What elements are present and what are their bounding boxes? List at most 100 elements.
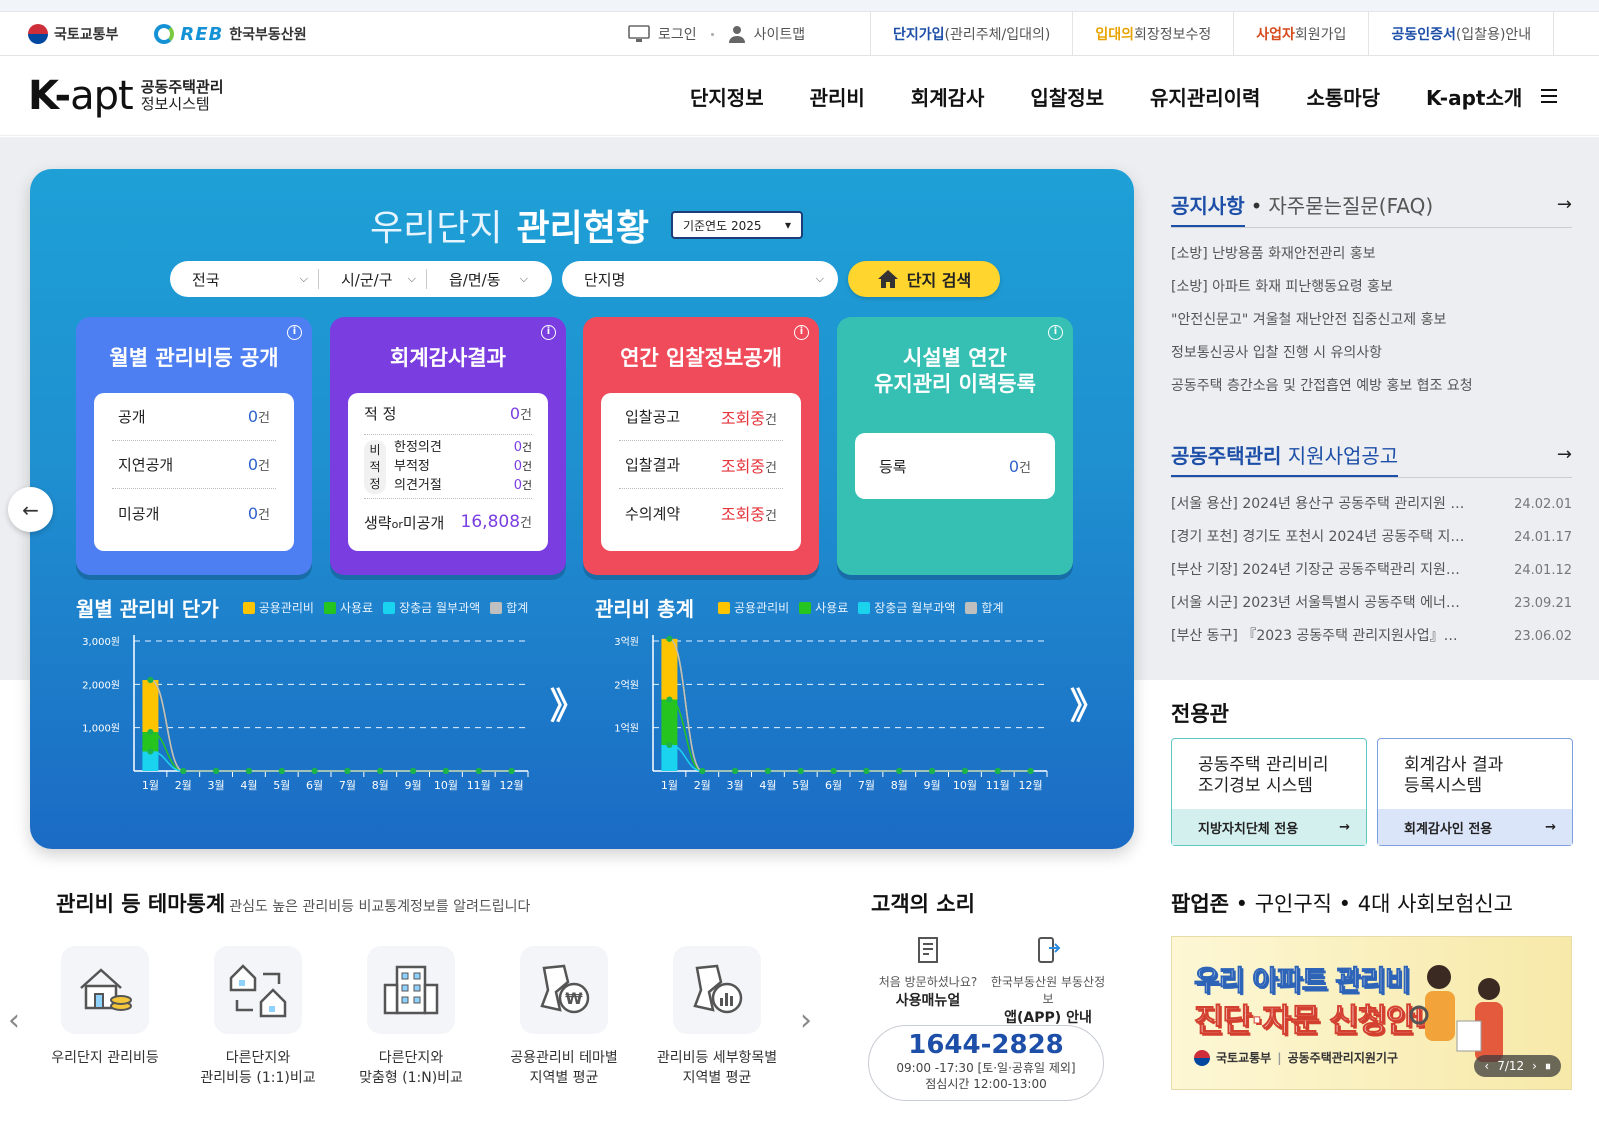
chart1-more-icon[interactable]: 》 xyxy=(550,677,586,729)
nav-item-2[interactable]: 회계감사 xyxy=(911,82,985,111)
site-header: K-apt 공동주택관리 정보시스템 단지정보 관리비 회계감사 입찰정보 유지관리이력… xyxy=(0,56,1599,136)
data-point[interactable] xyxy=(508,768,515,774)
notice-item[interactable]: "안전신문고" 겨울철 재난안전 집중신고제 홍보 xyxy=(1171,304,1572,337)
data-point[interactable] xyxy=(666,742,673,748)
info-icon[interactable]: i xyxy=(287,325,302,340)
theme-item-region-avg[interactable]: 관리비등 세부항목별 지역별 평균 xyxy=(642,946,792,1088)
year-select[interactable]: 기준연도 2025 ▾ xyxy=(670,211,803,239)
data-point[interactable] xyxy=(344,768,351,774)
sitemap-link[interactable]: 사이트맵 xyxy=(728,24,805,44)
nav-item-3[interactable]: 입찰정보 xyxy=(1030,82,1104,111)
chevron-right-icon[interactable]: › xyxy=(1532,1059,1537,1073)
chart2-more-icon[interactable]: 》 xyxy=(1070,677,1106,729)
tile-maintenance-history[interactable]: i 시설별 연간 유지관리 이력등록 등록 0건 xyxy=(837,317,1073,575)
complex-search-button[interactable]: 단지 검색 xyxy=(848,261,1000,297)
support-item[interactable]: [부산 동구] 『2023 공동주택 관리지원사업』… 23.06.02 xyxy=(1171,620,1572,653)
pause-icon[interactable]: ⏸ xyxy=(1545,1059,1551,1074)
data-point[interactable] xyxy=(896,768,903,774)
nav-item-5[interactable]: 소통마당 xyxy=(1306,82,1380,111)
util-link-1[interactable]: 입대의 회장정보수정 xyxy=(1072,12,1233,56)
nav-item-1[interactable]: 관리비 xyxy=(810,82,865,111)
data-point[interactable] xyxy=(180,768,187,774)
complex-name-select[interactable]: 단지명 ⌵ xyxy=(562,261,838,297)
theme-prev-icon[interactable]: ‹ xyxy=(8,1003,20,1038)
support-item[interactable]: [서울 용산] 2024년 용산구 공동주택 관리지원 … 24.02.01 xyxy=(1171,488,1572,521)
notice-item[interactable]: [소방] 아파트 화재 피난행동요령 홍보 xyxy=(1171,271,1572,304)
data-point[interactable] xyxy=(213,768,220,774)
molit-logo[interactable]: 국토교통부 xyxy=(28,24,118,44)
data-point[interactable] xyxy=(377,768,384,774)
kapt-logo[interactable]: K-apt 공동주택관리 정보시스템 xyxy=(28,76,224,116)
bar-segment[interactable] xyxy=(661,745,678,771)
app-info-link[interactable]: 한국부동산원 부동산정보 앱(APP) 안내 xyxy=(988,936,1108,1027)
data-point[interactable] xyxy=(147,729,154,735)
data-point[interactable] xyxy=(278,768,285,774)
nav-item-4[interactable]: 유지관리이력 xyxy=(1150,82,1260,111)
support-item[interactable]: [부산 기장] 2024년 기장군 공동주택관리 지원… 24.01.12 xyxy=(1171,554,1572,587)
support-title[interactable]: 공동주택관리 지원사업공고 xyxy=(1171,444,1399,477)
user-manual-link[interactable]: 처음 방문하셨나요? 사용매뉴얼 xyxy=(868,936,988,1027)
data-point[interactable] xyxy=(666,635,673,642)
tab-faq[interactable]: 자주묻는질문(FAQ) xyxy=(1268,194,1433,218)
data-point[interactable] xyxy=(245,768,252,774)
tab-notice[interactable]: 공지사항 xyxy=(1171,194,1245,227)
login-link[interactable]: 로그인 xyxy=(628,24,697,44)
theme-next-icon[interactable]: › xyxy=(800,1003,812,1038)
notice-item[interactable]: 공동주택 층간소음 및 간접흡연 예방 홍보 협조 요청 xyxy=(1171,370,1572,403)
info-icon[interactable]: i xyxy=(1048,325,1063,340)
data-point[interactable] xyxy=(147,677,154,683)
info-icon[interactable]: i xyxy=(541,325,556,340)
chart-total-fee: 1억원 2억원 3억원 1월 2월 3월 4월 5월 6월 7월 8월 9월 10월 11월 12월 xyxy=(614,635,1048,791)
reb-logo[interactable]: REB 한국부동산원 xyxy=(154,24,307,45)
sido-select[interactable]: 전국 ⌵ xyxy=(170,269,318,289)
arrow-right-icon[interactable]: → xyxy=(1557,444,1572,465)
nav-item-0[interactable]: 단지정보 xyxy=(690,82,764,111)
data-point[interactable] xyxy=(410,768,417,774)
tile-bid-info[interactable]: i 연간 입찰정보공개 입찰공고 조회중건 입찰결과 조회중건 수의계약 조회중건 xyxy=(583,317,819,575)
tile-monthly-fee[interactable]: i 월별 관리비등 공개 공개 0건 지연공개 0건 미공개 0건 xyxy=(76,317,312,575)
data-point[interactable] xyxy=(994,768,1001,774)
sigungu-select[interactable]: 시/군/구 ⌵ xyxy=(318,269,426,289)
bar-segment[interactable] xyxy=(142,680,159,732)
notice-item[interactable]: 정보통신공사 입찰 진행 시 유의사항 xyxy=(1171,337,1572,370)
arrow-right-icon[interactable]: → xyxy=(1557,194,1572,215)
notice-item[interactable]: [소방] 난방용품 화재안전관리 홍보 xyxy=(1171,238,1572,271)
bar-segment[interactable] xyxy=(661,638,678,700)
menu-icon[interactable] xyxy=(1541,89,1557,103)
support-item[interactable]: [경기 포천] 경기도 포천시 2024년 공동주택 지… 24.01.17 xyxy=(1171,521,1572,554)
early-warning-system-link[interactable]: 공동주택 관리비리 조기경보 시스템 지방자치단체 전용 → xyxy=(1171,738,1367,846)
data-point[interactable] xyxy=(699,768,706,774)
data-point[interactable] xyxy=(961,768,968,774)
data-point[interactable] xyxy=(147,748,154,755)
support-item[interactable]: [서울 시군] 2023년 서울특별시 공동주택 에너… 23.09.21 xyxy=(1171,587,1572,620)
data-point[interactable] xyxy=(666,696,673,703)
util-link-0[interactable]: 단지가입 (관리주체/입대의) xyxy=(870,12,1072,56)
data-point[interactable] xyxy=(311,768,318,774)
util-link-2[interactable]: 사업자 회원가입 xyxy=(1233,12,1368,56)
data-point[interactable] xyxy=(732,768,739,774)
data-point[interactable] xyxy=(475,768,482,774)
popup-banner[interactable]: 우리 아파트 관리비 진단·자문 신청안내 국토교통부 | 공동주택관리지원기구 ‹… xyxy=(1171,936,1572,1090)
data-point[interactable] xyxy=(797,768,804,774)
info-icon[interactable]: i xyxy=(794,325,809,340)
data-point[interactable] xyxy=(830,768,837,774)
audit-registration-system-link[interactable]: 회계감사 결과 등록시스템 회계감사인 전용 → xyxy=(1377,738,1573,846)
theme-compare-1-n[interactable]: 다른단지와 맞춤형 (1:N)비교 xyxy=(336,946,486,1088)
theme-common-fee-region-avg[interactable]: ₩ 공용관리비 테마별 지역별 평균 xyxy=(489,946,639,1088)
theme-our-complex[interactable]: 우리단지 관리비등 xyxy=(30,946,180,1068)
tile-audit-result[interactable]: i 회계감사결과 적 정 0건 비적정 한정의견 0건 부적정 0건 의견거절 0건 생… xyxy=(330,317,566,575)
nav-item-6[interactable]: K-apt소개 xyxy=(1426,82,1522,111)
theme-compare-1-1[interactable]: 다른단지와 관리비등 (1:1)비교 xyxy=(183,946,333,1088)
chevron-down-icon: ⌵ xyxy=(407,272,416,285)
prev-slide-arrow-icon[interactable]: ← xyxy=(8,487,53,532)
util-link-3[interactable]: 공동인증서 (입찰용)안내 xyxy=(1368,12,1555,56)
data-point[interactable] xyxy=(929,768,936,774)
data-point[interactable] xyxy=(1027,768,1034,774)
data-point[interactable] xyxy=(442,768,449,774)
eupmyeondong-select[interactable]: 읍/면/동 ⌵ xyxy=(426,269,538,289)
data-point[interactable] xyxy=(764,768,771,774)
chevron-left-icon[interactable]: ‹ xyxy=(1484,1059,1489,1073)
phone-number[interactable]: 1644-2828 xyxy=(869,1030,1103,1060)
data-point[interactable] xyxy=(863,768,870,774)
bar-segment[interactable] xyxy=(661,699,678,746)
